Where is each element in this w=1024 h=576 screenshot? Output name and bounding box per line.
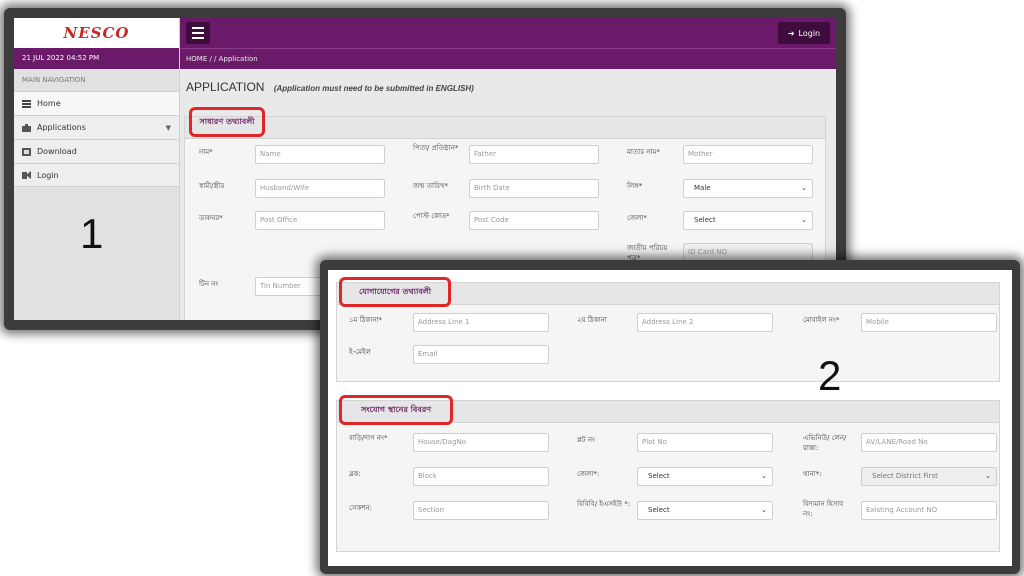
name-field[interactable]: Name	[255, 145, 385, 164]
highlight-box: সাধারণ তথ্যাবলী	[189, 107, 265, 137]
district-label: জেলা*	[627, 214, 647, 222]
date-time: 21 JUL 2022 04:52 PM	[14, 48, 179, 69]
birth-date-field[interactable]: Birth Date	[469, 179, 599, 198]
father-label: পিতা/ প্রতিষ্ঠান*	[413, 144, 459, 152]
section-title: যোগাযোগের তথ্যাবলী	[358, 286, 432, 296]
address1-label: ১ম ঠিকানা*	[349, 316, 383, 324]
block-field[interactable]: Block	[413, 467, 549, 486]
page-title: APPLICATION (Application must need to be…	[186, 80, 474, 94]
thana-select[interactable]: Select District First ⌄	[861, 467, 997, 486]
address-line-1-field[interactable]: Address Line 1	[413, 313, 549, 332]
chevron-down-icon: ⌄	[761, 506, 767, 514]
mobile-label: মোবাইল নং*	[803, 316, 840, 324]
logo-text: NESCO	[63, 24, 130, 42]
sidebar-item-applications[interactable]: Applications ▼	[14, 115, 179, 139]
district-selected-value: Select	[694, 216, 716, 224]
district-select[interactable]: Select ⌄	[637, 467, 773, 486]
page-title-text: APPLICATION	[186, 80, 265, 94]
existing-account-field[interactable]: Existing Account NO	[861, 501, 997, 520]
screenshot-2-frame: যোগাযোগের তথ্যাবলী ১ম ঠিকানা* Address Li…	[320, 260, 1020, 574]
contact-info-panel: যোগাযোগের তথ্যাবলী ১ম ঠিকানা* Address Li…	[336, 277, 1000, 382]
address2-label: ২য় ঠিকানা	[577, 316, 607, 324]
breadcrumb: HOME / / Application	[180, 48, 836, 69]
post-office-label: ডাকঘর*	[199, 214, 223, 222]
dob-label: জন্ম তারিখ*	[413, 182, 449, 190]
sidebar-item-login[interactable]: Login	[14, 163, 179, 187]
sidebar: NESCO 21 JUL 2022 04:52 PM MAIN NAVIGATI…	[14, 18, 180, 320]
post-code-field[interactable]: Post Code	[469, 211, 599, 230]
avenue-road-field[interactable]: AV/LANE/Road No	[861, 433, 997, 452]
sidebar-item-label: Download	[37, 147, 77, 156]
page-note: (Application must need to be submitted i…	[273, 84, 474, 93]
chevron-down-icon: ⌄	[985, 472, 991, 480]
login-icon	[22, 171, 31, 179]
email-label: ই-মেইল	[349, 348, 371, 356]
section-title: সাধারণ তথ্যাবলী	[199, 116, 255, 126]
district-select[interactable]: Select ⌄	[683, 211, 813, 230]
plot-label: প্লট নং	[577, 436, 596, 444]
login-icon: ➜	[787, 28, 795, 38]
connection-details-panel: সংযোগ স্থানের বিবরণ বাড়ি/দাগ নং* House/…	[336, 395, 1000, 552]
house-dag-field[interactable]: House/DagNo	[413, 433, 549, 452]
existing-account-label: বিদ্যমান হিসাব নং:	[803, 500, 844, 518]
screenshot-2: যোগাযোগের তথ্যাবলী ১ম ঠিকানা* Address Li…	[328, 270, 1012, 566]
briefcase-icon	[22, 123, 31, 132]
spouse-label: স্বামী/স্ত্রীর	[199, 182, 225, 190]
father-field[interactable]: Father	[469, 145, 599, 164]
spouse-field[interactable]: Husband/Wife	[255, 179, 385, 198]
menu-toggle-button[interactable]	[186, 22, 210, 44]
thana-selected-value: Select District First	[872, 472, 938, 480]
post-office-field[interactable]: Post Office	[255, 211, 385, 230]
section-title: সংযোগ স্থানের বিবরণ	[360, 404, 432, 414]
thana-label: থানা*:	[803, 470, 822, 478]
section-field[interactable]: Section	[413, 501, 549, 520]
email-field[interactable]: Email	[413, 345, 549, 364]
section-label: সেকশন:	[349, 504, 373, 512]
gender-selected-value: Male	[694, 184, 711, 192]
block-label: ব্লক:	[349, 470, 361, 478]
mother-label: মাতার নাম*	[627, 148, 660, 156]
highlight-box: সংযোগ স্থানের বিবরণ	[339, 395, 453, 425]
avenue-label: এভিনিউ/ লেন/রাস্তা:	[803, 434, 847, 452]
annotation-number-2: 2	[818, 352, 842, 399]
mobile-field[interactable]: Mobile	[861, 313, 997, 332]
top-bar: ➜ Login	[180, 18, 836, 48]
bibi-esu-label: বিবিবি/ ইএসইউ *:	[577, 500, 631, 508]
sidebar-item-label: Home	[37, 99, 61, 108]
house-label: বাড়ি/দাগ নং*	[349, 434, 388, 442]
plot-field[interactable]: Plot No	[637, 433, 773, 452]
chevron-down-icon: ⌄	[801, 184, 807, 192]
sidebar-item-home[interactable]: Home	[14, 91, 179, 115]
annotation-number-1: 1	[80, 210, 104, 257]
gender-label: লিঙ্গ*	[627, 182, 643, 190]
tin-label: টিন নং	[199, 280, 219, 288]
nesco-logo[interactable]: NESCO	[14, 18, 179, 48]
district-selected-value: Select	[648, 472, 670, 480]
list-icon	[22, 99, 31, 108]
download-icon	[22, 147, 31, 156]
chevron-down-icon: ⌄	[801, 216, 807, 224]
name-label: নাম*	[199, 148, 213, 156]
nav-heading: MAIN NAVIGATION	[22, 76, 86, 84]
sidebar-item-label: Applications	[37, 123, 86, 132]
sidebar-item-label: Login	[37, 170, 59, 180]
bibi-esu-selected-value: Select	[648, 506, 670, 514]
panel-header	[185, 117, 825, 139]
bibi-esu-select[interactable]: Select ⌄	[637, 501, 773, 520]
sidebar-item-download[interactable]: Download	[14, 139, 179, 163]
mother-field[interactable]: Mother	[683, 145, 813, 164]
gender-select[interactable]: Male ⌄	[683, 179, 813, 198]
address-line-2-field[interactable]: Address Line 2	[637, 313, 773, 332]
district-label: জেলা*:	[577, 470, 600, 478]
highlight-box: যোগাযোগের তথ্যাবলী	[339, 277, 451, 307]
login-button-label: Login	[798, 28, 821, 38]
post-code-label: পোস্ট কোড*	[413, 212, 450, 220]
chevron-down-icon: ⌄	[761, 472, 767, 480]
chevron-down-icon: ▼	[165, 123, 171, 132]
login-button[interactable]: ➜ Login	[778, 22, 830, 44]
